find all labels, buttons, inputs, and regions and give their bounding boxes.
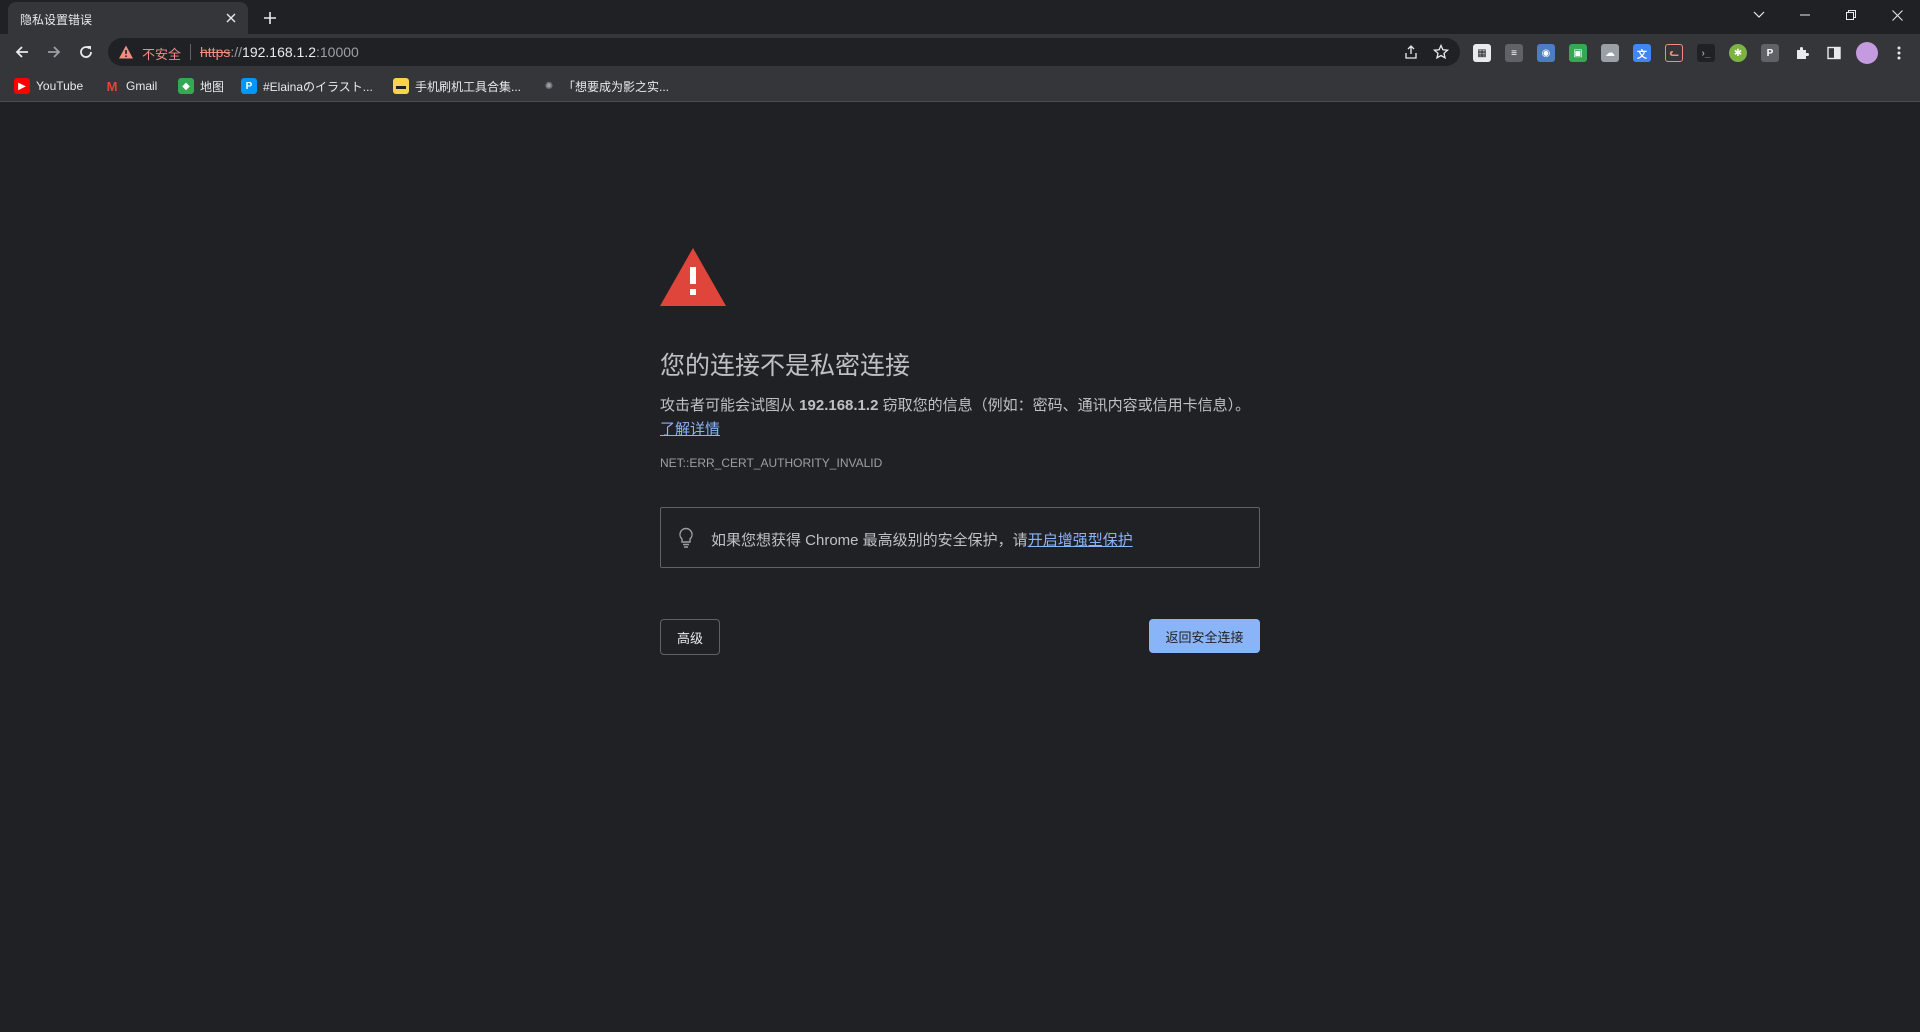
- youtube-icon: ▶: [14, 78, 30, 94]
- lightbulb-icon: [679, 527, 693, 548]
- address-bar[interactable]: 不安全 https://192.168.1.2:10000: [108, 38, 1460, 66]
- description-prefix: 攻击者可能会试图从: [660, 397, 800, 414]
- url-host: 192.168.1.2: [242, 44, 316, 60]
- extension-icon[interactable]: ≡: [1505, 44, 1523, 62]
- extension-icon[interactable]: ◉: [1537, 44, 1555, 62]
- cloud-extension-icon[interactable]: ☁: [1601, 44, 1619, 62]
- page-icon: ✺: [544, 80, 554, 92]
- not-secure-warning-icon[interactable]: [118, 44, 134, 60]
- side-panel-icon[interactable]: [1825, 44, 1843, 62]
- profile-avatar[interactable]: [1856, 42, 1878, 64]
- grid-extension-icon[interactable]: ▣: [1569, 44, 1587, 62]
- error-description: 攻击者可能会试图从 192.168.1.2 窃取您的信息（例如：密码、通讯内容或…: [660, 394, 1260, 442]
- cat-extension-icon[interactable]: ᓚ: [1665, 44, 1683, 62]
- bookmark-gmail[interactable]: M Gmail: [104, 77, 158, 95]
- bookmark-label: 地图: [200, 79, 225, 94]
- tab-close-icon[interactable]: [222, 9, 240, 27]
- page-heading: 您的连接不是私密连接: [660, 352, 911, 380]
- restore-icon[interactable]: [1828, 0, 1874, 30]
- qr-code-extension-icon[interactable]: ▦: [1473, 44, 1491, 62]
- pixiv-icon: P: [241, 78, 257, 94]
- url-port: :10000: [316, 44, 359, 60]
- warning-triangle-icon: [660, 248, 726, 306]
- url-scheme: https: [200, 44, 231, 60]
- reload-icon[interactable]: [72, 38, 100, 66]
- error-code[interactable]: NET::ERR_CERT_AUTHORITY_INVALID: [660, 456, 882, 470]
- enhanced-protection-link[interactable]: 开启增强型保护: [1028, 532, 1133, 549]
- bookmarks-bar: ▶ YouTube M Gmail ◆ 地图 P #Elainaのイラスト...…: [0, 70, 1920, 102]
- description-host: 192.168.1.2: [799, 397, 879, 414]
- extensions-puzzle-icon[interactable]: [1793, 44, 1811, 62]
- new-tab-icon[interactable]: [258, 6, 282, 30]
- bookmark-label: YouTube: [36, 79, 84, 93]
- url-separator: ://: [230, 44, 243, 60]
- url-text[interactable]: https://192.168.1.2:10000: [200, 44, 359, 60]
- advanced-button[interactable]: 高级: [660, 619, 720, 655]
- extension-icon[interactable]: ✱: [1729, 44, 1747, 62]
- bookmark-youtube[interactable]: ▶ YouTube: [14, 77, 83, 95]
- back-icon[interactable]: [8, 38, 36, 66]
- menu-kebab-icon[interactable]: [1890, 44, 1908, 62]
- omnibox-divider: [190, 44, 191, 60]
- not-secure-label[interactable]: 不安全: [142, 44, 181, 63]
- toolbar: 不安全 https://192.168.1.2:10000 ▦ ≡ ◉ ▣ ☁ …: [0, 34, 1920, 70]
- tab-search-icon[interactable]: [1736, 0, 1782, 30]
- share-icon[interactable]: [1402, 43, 1420, 61]
- terminal-extension-icon[interactable]: ›_: [1697, 44, 1715, 62]
- bookmark-pixiv[interactable]: P #Elainaのイラスト...: [241, 77, 373, 95]
- tip-message: 如果您想获得 Chrome 最高级别的安全保护，请: [711, 532, 1028, 549]
- enhanced-protection-tip: 如果您想获得 Chrome 最高级别的安全保护，请开启增强型保护: [660, 507, 1260, 568]
- description-suffix: 窃取您的信息（例如：密码、通讯内容或信用卡信息）。: [878, 397, 1251, 414]
- bookmark-folder[interactable]: ▬ 手机刷机工具合集...: [393, 77, 521, 95]
- translate-extension-icon[interactable]: 文: [1633, 44, 1651, 62]
- bookmark-label: 手机刷机工具合集...: [415, 79, 522, 94]
- tab-title: 隐私设置错误: [20, 13, 93, 27]
- close-window-icon[interactable]: [1874, 0, 1920, 30]
- bookmark-star-icon[interactable]: [1432, 43, 1450, 61]
- p-extension-icon[interactable]: P: [1761, 44, 1779, 62]
- tip-text: 如果您想获得 Chrome 最高级别的安全保护，请开启增强型保护: [711, 529, 1133, 550]
- forward-icon[interactable]: [40, 38, 68, 66]
- folder-icon: ▬: [393, 78, 409, 94]
- active-tab[interactable]: 隐私设置错误: [8, 2, 248, 34]
- bookmark-label: Gmail: [126, 79, 158, 93]
- bookmark-label: 「想要成为影之实...: [563, 79, 670, 94]
- maps-icon: ◆: [178, 78, 194, 94]
- back-to-safety-button[interactable]: 返回安全连接: [1149, 619, 1260, 653]
- gmail-icon: M: [106, 78, 118, 94]
- learn-more-link[interactable]: 了解详情: [660, 421, 720, 438]
- bookmark-label: #Elainaのイラスト...: [263, 79, 373, 94]
- bookmark-maps[interactable]: ◆ 地图: [178, 77, 224, 95]
- bookmark-page[interactable]: ✺ 「想要成为影之实...: [541, 77, 669, 95]
- tab-strip: 隐私设置错误: [0, 0, 1920, 34]
- minimize-icon[interactable]: [1782, 0, 1828, 30]
